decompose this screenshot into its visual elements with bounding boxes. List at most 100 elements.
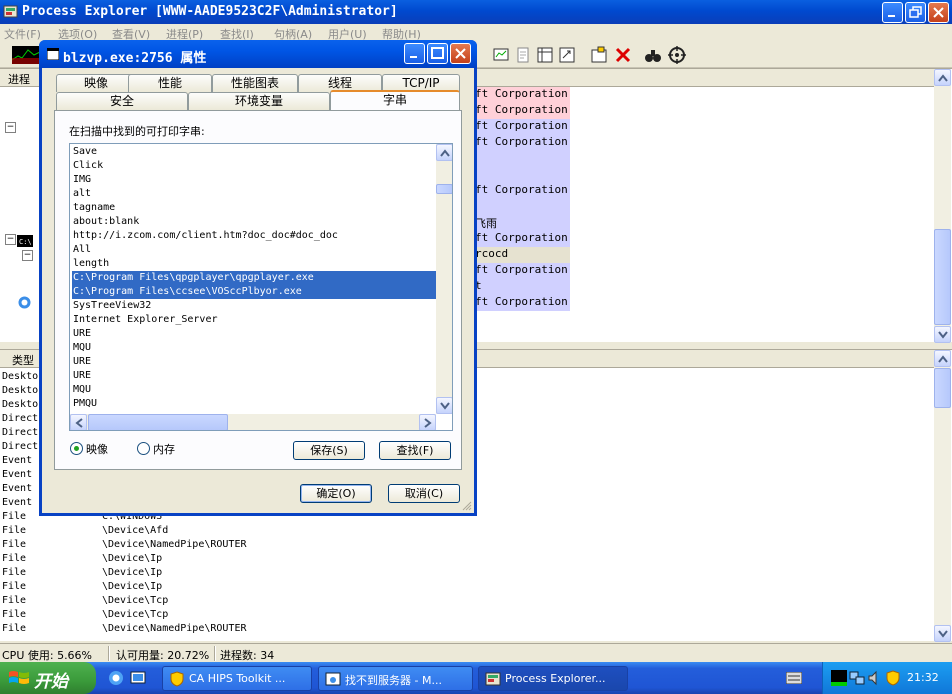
- cancel-button[interactable]: 取消(C): [388, 484, 460, 503]
- ie-quicklaunch-icon[interactable]: [108, 670, 124, 686]
- tree-collapse-node[interactable]: −: [5, 122, 16, 133]
- properties-icon[interactable]: [590, 46, 608, 64]
- strings-listbox[interactable]: Save Click IMG alt tagname about:blank http://…: [69, 143, 453, 431]
- string-list-item[interactable]: IMG: [72, 173, 436, 187]
- process-scrollbar[interactable]: [934, 69, 951, 343]
- process-row[interactable]: ft Corporation: [472, 231, 570, 247]
- string-list-item[interactable]: MQU: [72, 341, 436, 355]
- process-row[interactable]: ft Corporation: [472, 135, 570, 151]
- string-list-item[interactable]: Click: [72, 159, 436, 173]
- dialog-title-bar[interactable]: blzvp.exe:2756 属性: [39, 40, 477, 68]
- handle-view-icon[interactable]: [536, 46, 554, 64]
- scroll-left-button[interactable]: [70, 414, 87, 430]
- tab-image[interactable]: 映像: [56, 74, 136, 92]
- process-row[interactable]: ft Corporation: [472, 103, 570, 119]
- string-list-item[interactable]: C:\Program Files\qpgplayer\qpgplayer.exe: [72, 271, 436, 285]
- tab-strings[interactable]: 字串: [330, 90, 460, 110]
- kill-process-icon[interactable]: [614, 46, 632, 64]
- main-title-bar[interactable]: Process Explorer [WWW-AADE9523C2F\Admini…: [0, 0, 952, 24]
- cpu-graph-icon[interactable]: [12, 46, 40, 64]
- string-list-item[interactable]: All: [72, 243, 436, 257]
- handle-row[interactable]: File \Device\Ip: [2, 581, 602, 595]
- handle-row[interactable]: File \Device\NamedPipe\ROUTER: [2, 623, 602, 637]
- handle-row[interactable]: File \Device\NamedPipe\ROUTER: [2, 539, 602, 553]
- strings-vscrollbar[interactable]: [436, 144, 452, 414]
- string-list-item[interactable]: MQU: [72, 383, 436, 397]
- close-button[interactable]: [928, 2, 949, 23]
- process-row[interactable]: rcocd: [472, 247, 570, 263]
- resize-grip-icon[interactable]: [462, 501, 472, 511]
- string-list-item[interactable]: about:blank: [72, 215, 436, 229]
- string-list-item[interactable]: tagname: [72, 201, 436, 215]
- scroll-up-button[interactable]: [934, 69, 951, 86]
- tab-performance[interactable]: 性能: [128, 74, 212, 92]
- process-row[interactable]: [472, 199, 570, 215]
- taskbar-button-process-explorer[interactable]: Process Explorer...: [478, 666, 628, 691]
- process-row[interactable]: [472, 167, 570, 183]
- save-button[interactable]: 保存(S): [293, 441, 365, 460]
- dialog-maximize-button[interactable]: [427, 43, 448, 64]
- scroll-thumb[interactable]: [436, 184, 452, 194]
- string-list-item[interactable]: Save: [72, 145, 436, 159]
- menu-file[interactable]: 文件(F): [4, 26, 41, 42]
- process-row[interactable]: [472, 151, 570, 167]
- string-list-item[interactable]: Internet Explorer_Server: [72, 313, 436, 327]
- process-row[interactable]: ft Corporation: [472, 263, 570, 279]
- restore-button[interactable]: [905, 2, 926, 23]
- start-button[interactable]: 开始: [0, 662, 96, 694]
- scroll-right-button[interactable]: [419, 414, 436, 430]
- process-row[interactable]: ft Corporation: [472, 87, 570, 103]
- dll-view-icon[interactable]: [514, 46, 532, 64]
- radio-memory[interactable]: [137, 442, 150, 455]
- tab-environment[interactable]: 环境变量: [188, 92, 330, 110]
- string-list-item[interactable]: URE: [72, 369, 436, 383]
- show-desktop-icon[interactable]: [130, 670, 146, 686]
- string-list-item[interactable]: length: [72, 257, 436, 271]
- scroll-down-button[interactable]: [436, 397, 452, 414]
- scroll-up-button[interactable]: [436, 144, 452, 161]
- keyboard-icon[interactable]: [786, 672, 802, 684]
- process-row[interactable]: ft Corporation: [472, 119, 570, 135]
- string-list-item[interactable]: http://i.zcom.com/client.htm?doc_doc#doc…: [72, 229, 436, 243]
- find-button[interactable]: 查找(F): [379, 441, 451, 460]
- taskbar-button-browser[interactable]: 找不到服务器 - M...: [318, 666, 473, 691]
- radio-image[interactable]: [70, 442, 83, 455]
- tree-collapse-node[interactable]: −: [5, 234, 16, 245]
- handle-row[interactable]: File \Device\Afd: [2, 525, 602, 539]
- string-list-item[interactable]: alt: [72, 187, 436, 201]
- taskbar-button-ca-hips[interactable]: CA HIPS Toolkit ...: [162, 666, 312, 691]
- handle-row[interactable]: File \Device\Ip: [2, 553, 602, 567]
- scroll-up-button[interactable]: [934, 350, 951, 367]
- binoculars-icon[interactable]: [644, 46, 662, 64]
- tab-performance-graph[interactable]: 性能图表: [212, 74, 298, 92]
- string-list-item[interactable]: URE: [72, 327, 436, 341]
- scroll-down-button[interactable]: [934, 326, 951, 343]
- network-icon[interactable]: [849, 670, 865, 686]
- ok-button[interactable]: 确定(O): [300, 484, 372, 503]
- find-window-icon[interactable]: [558, 46, 576, 64]
- handle-scrollbar[interactable]: [934, 350, 951, 642]
- volume-icon[interactable]: [867, 670, 883, 686]
- string-list-item[interactable]: PMQU: [72, 397, 436, 411]
- tree-collapse-node[interactable]: −: [22, 250, 33, 261]
- minimize-button[interactable]: [882, 2, 903, 23]
- cpu-tray-icon[interactable]: [831, 670, 847, 686]
- dialog-minimize-button[interactable]: [404, 43, 425, 64]
- tab-security[interactable]: 安全: [56, 92, 188, 110]
- string-list-item[interactable]: C:\Program Files\ccsee\VOSccPlbyor.exe: [72, 285, 436, 299]
- handle-row[interactable]: File \Device\Tcp: [2, 595, 602, 609]
- handle-row[interactable]: File \Device\Ip: [2, 567, 602, 581]
- handle-row[interactable]: File \Device\Tcp: [2, 609, 602, 623]
- security-shield-icon[interactable]: [885, 670, 901, 686]
- strings-hscrollbar[interactable]: [70, 414, 436, 430]
- process-row[interactable]: 飞雨: [472, 215, 570, 231]
- scroll-thumb[interactable]: [88, 414, 228, 430]
- string-list-item[interactable]: URE: [72, 355, 436, 369]
- scroll-down-button[interactable]: [934, 625, 951, 642]
- process-row[interactable]: t: [472, 279, 570, 295]
- string-list-item[interactable]: SysTreeView32: [72, 299, 436, 313]
- system-info-icon[interactable]: [492, 46, 510, 64]
- target-icon[interactable]: [668, 46, 686, 64]
- dialog-close-button[interactable]: [450, 43, 471, 64]
- scroll-thumb[interactable]: [934, 368, 951, 408]
